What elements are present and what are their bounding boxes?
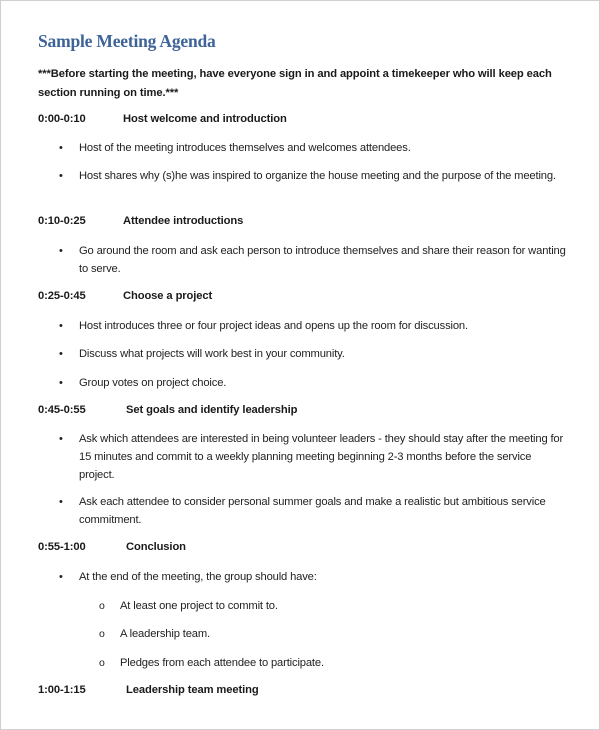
list-item: • Discuss what projects will work best i… <box>59 345 569 363</box>
sub-list-item-text: At least one project to commit to. <box>120 600 278 612</box>
list-item: • Go around the room and ask each person… <box>59 242 569 278</box>
section-title: Set goals and identify leadership <box>126 404 298 416</box>
section-title: Leadership team meeting <box>126 684 259 696</box>
section-heading: 0:25-0:45 Choose a project <box>38 290 212 302</box>
section-heading: 1:00-1:15 Leadership team meeting <box>38 684 259 696</box>
hollow-bullet-icon: o <box>99 600 105 612</box>
section-heading: 0:55-1:00 Conclusion <box>38 541 186 553</box>
section-title: Attendee introductions <box>123 215 244 227</box>
list-item: • Group votes on project choice. <box>59 374 569 392</box>
section-time: 0:10-0:25 <box>38 215 86 227</box>
list-item-text: Discuss what projects will work best in … <box>79 348 345 360</box>
list-item: • Host introduces three or four project … <box>59 317 569 335</box>
list-item: • At the end of the meeting, the group s… <box>59 568 569 586</box>
section-time: 0:25-0:45 <box>38 290 86 302</box>
bullet-icon: • <box>59 377 63 389</box>
sub-list-item-text: A leadership team. <box>120 628 210 640</box>
list-item-text: At the end of the meeting, the group sho… <box>79 571 317 583</box>
section-title: Conclusion <box>126 541 186 553</box>
section-title: Choose a project <box>123 290 213 302</box>
list-item-text: Group votes on project choice. <box>79 377 227 389</box>
bullet-icon: • <box>59 320 63 332</box>
section-heading: 0:00-0:10 Host welcome and introduction <box>38 113 287 125</box>
bullet-icon: • <box>59 496 63 508</box>
sub-list-item-text: Pledges from each attendee to participat… <box>120 657 324 669</box>
sub-list-item: o At least one project to commit to. <box>99 597 559 615</box>
section-time: 0:55-1:00 <box>38 541 86 553</box>
bullet-icon: • <box>59 433 63 445</box>
bullet-icon: • <box>59 142 63 154</box>
list-item-text: Ask which attendees are interested in be… <box>79 433 564 481</box>
bullet-icon: • <box>59 348 63 360</box>
list-item-text: Ask each attendee to consider personal s… <box>79 496 546 526</box>
section-time: 0:00-0:10 <box>38 113 86 125</box>
section-title: Host welcome and introduction <box>123 113 287 125</box>
intro-instruction: ***Before starting the meeting, have eve… <box>38 68 552 99</box>
list-item: • Host of the meeting introduces themsel… <box>59 139 569 157</box>
list-item: • Host shares why (s)he was inspired to … <box>59 167 569 185</box>
bullet-icon: • <box>59 571 63 583</box>
list-item: • Ask each attendee to consider personal… <box>59 493 569 529</box>
list-item-text: Go around the room and ask each person t… <box>79 245 566 275</box>
sub-list-item: o A leadership team. <box>99 625 559 643</box>
hollow-bullet-icon: o <box>99 628 105 640</box>
hollow-bullet-icon: o <box>99 657 105 669</box>
bullet-icon: • <box>59 245 63 257</box>
document-title: Sample Meeting Agenda <box>38 31 216 51</box>
section-time: 0:45-0:55 <box>38 404 86 416</box>
list-item-text: Host shares why (s)he was inspired to or… <box>79 170 556 182</box>
list-item-text: Host introduces three or four project id… <box>79 320 468 332</box>
section-time: 1:00-1:15 <box>38 684 86 696</box>
section-heading: 0:45-0:55 Set goals and identify leadersh… <box>38 404 297 416</box>
section-heading: 0:10-0:25 Attendee introductions <box>38 215 243 227</box>
list-item: • Ask which attendees are interested in … <box>59 430 569 484</box>
document-page: Sample Meeting Agenda ***Before starting… <box>0 0 600 730</box>
bullet-icon: • <box>59 170 63 182</box>
list-item-text: Host of the meeting introduces themselve… <box>79 142 411 154</box>
sub-list-item: o Pledges from each attendee to particip… <box>99 654 559 672</box>
